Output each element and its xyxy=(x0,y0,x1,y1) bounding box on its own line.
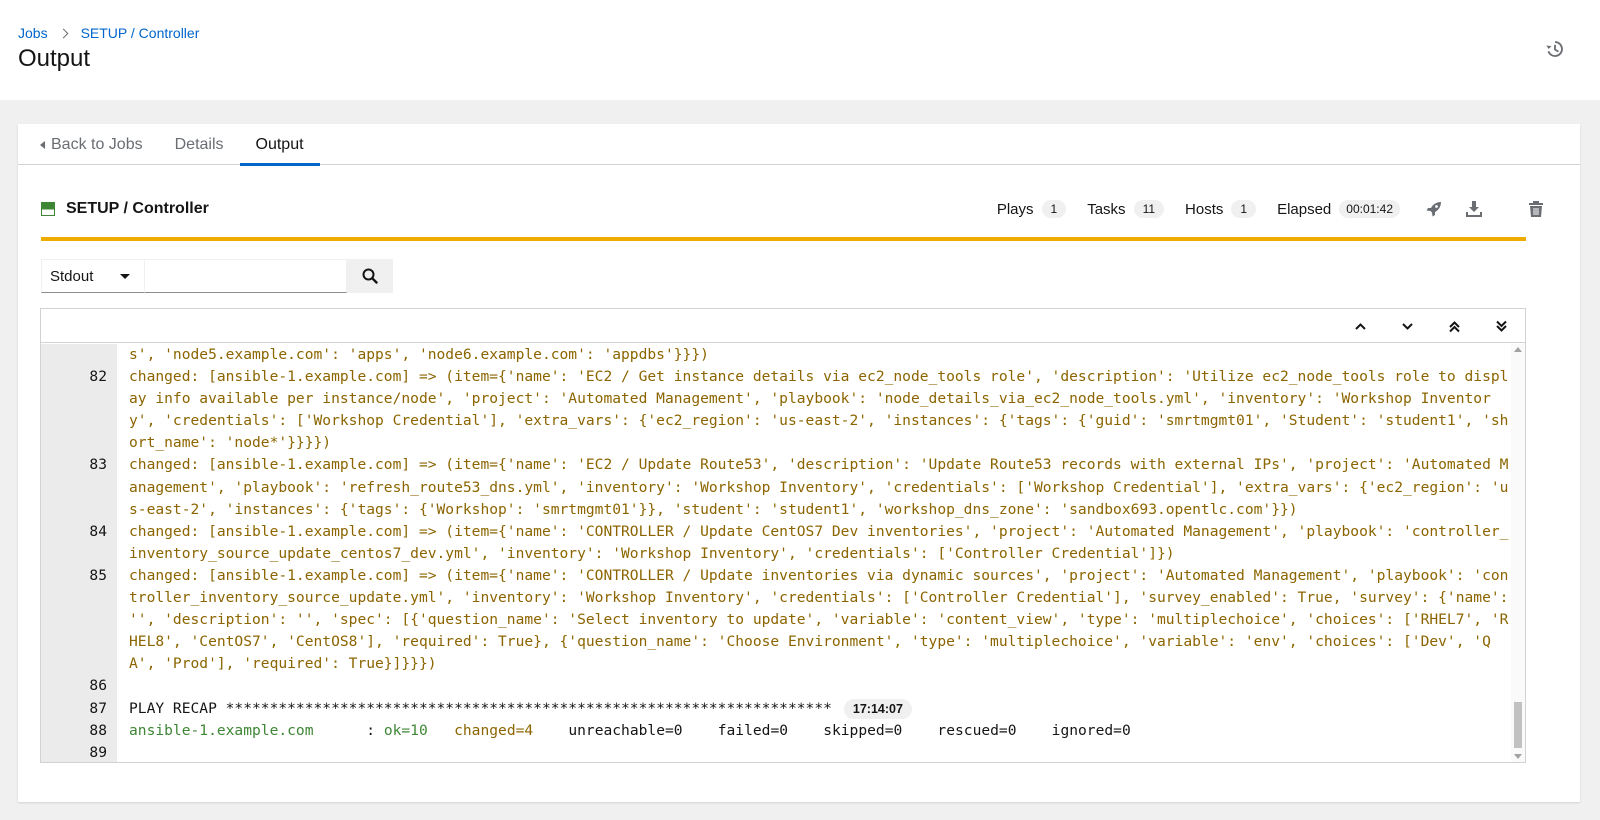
breadcrumb-jobs-link[interactable]: Jobs xyxy=(18,25,48,41)
elapsed-time-badge: 00:01:42 xyxy=(1339,200,1400,218)
angle-down-icon xyxy=(1402,322,1413,330)
log-line: 88 ansible-1.example.com : ok=10 changed… xyxy=(41,720,1511,742)
log-text: ansible-1.example.com : ok=10 changed=4 … xyxy=(117,720,1511,742)
log-line: 82 changed: [ansible-1.example.com] => (… xyxy=(41,366,1511,454)
search-button[interactable] xyxy=(347,259,393,293)
tab-output[interactable]: Output xyxy=(239,124,320,166)
job-stats: Plays 1 Tasks 11 Hosts 1 Elapsed 00:01:4… xyxy=(997,194,1556,224)
job-output-panel: s', 'node5.example.com': 'apps', 'node6.… xyxy=(40,308,1526,763)
timestamp-badge: 17:14:07 xyxy=(843,698,912,719)
scroll-first-button[interactable] xyxy=(1431,309,1478,343)
tasks-count-badge: 11 xyxy=(1133,200,1165,218)
log-line: 83 changed: [ansible-1.example.com] => (… xyxy=(41,454,1511,520)
job-header: SETUP / Controller Plays 1 Tasks 11 Host… xyxy=(41,194,1556,224)
angle-double-down-icon xyxy=(1496,320,1507,332)
log-scrollbar[interactable] xyxy=(1511,344,1525,762)
log-line: 89 xyxy=(41,742,1511,762)
breadcrumb: Jobs SETUP / Controller xyxy=(18,25,199,41)
log-text: changed: [ansible-1.example.com] => (ite… xyxy=(129,456,1509,518)
page-header: Jobs SETUP / Controller Output xyxy=(0,0,1600,100)
search-input[interactable] xyxy=(145,259,347,293)
line-number: 88 xyxy=(89,721,107,739)
search-icon xyxy=(362,268,378,284)
line-number: 87 xyxy=(89,699,107,717)
relaunch-button[interactable] xyxy=(1414,194,1454,224)
log-line: s', 'node5.example.com': 'apps', 'node6.… xyxy=(41,344,1511,366)
trash-icon xyxy=(1529,201,1543,217)
caret-left-icon xyxy=(40,140,45,149)
recap-skipped: skipped=0 xyxy=(823,721,903,739)
rocket-icon xyxy=(1426,202,1441,217)
log-line: 86 xyxy=(41,675,1511,697)
log-text: changed: [ansible-1.example.com] => (ite… xyxy=(129,522,1509,562)
line-number: 84 xyxy=(89,522,107,540)
log-text: s', 'node5.example.com': 'apps', 'node6.… xyxy=(129,346,709,363)
recap-changed: changed=4 xyxy=(454,721,534,739)
line-number: 85 xyxy=(89,566,107,584)
scrollbar-thumb[interactable] xyxy=(1514,702,1522,748)
recap-rescued: rescued=0 xyxy=(937,721,1017,739)
recap-ignored: ignored=0 xyxy=(1051,721,1131,739)
tasks-label: Tasks xyxy=(1087,200,1126,218)
log-line: 84 changed: [ansible-1.example.com] => (… xyxy=(41,521,1511,565)
line-number: 86 xyxy=(89,677,107,695)
tab-back-to-jobs[interactable]: Back to Jobs xyxy=(18,124,159,165)
log-line: 85 changed: [ansible-1.example.com] => (… xyxy=(41,565,1511,675)
scroll-next-button[interactable] xyxy=(1384,309,1431,343)
download-button[interactable] xyxy=(1454,194,1494,224)
search-row: Stdout xyxy=(41,259,393,293)
log-text: changed: [ansible-1.example.com] => (ite… xyxy=(129,368,1509,452)
caret-down-icon xyxy=(120,274,130,279)
play-recap-text: PLAY RECAP *****************************… xyxy=(129,699,832,717)
job-name: SETUP / Controller xyxy=(66,200,209,217)
log-output: s', 'node5.example.com': 'apps', 'node6.… xyxy=(41,344,1511,762)
job-progress-bar xyxy=(41,237,1526,241)
log-text: changed: [ansible-1.example.com] => (ite… xyxy=(129,566,1509,673)
line-number xyxy=(41,344,117,366)
recap-failed: failed=0 xyxy=(717,721,789,739)
elapsed-label: Elapsed xyxy=(1277,200,1332,218)
hosts-count-badge: 1 xyxy=(1231,200,1257,218)
angle-double-up-icon xyxy=(1449,320,1460,332)
recap-host: ansible-1.example.com xyxy=(129,721,314,739)
breadcrumb-job-link[interactable]: SETUP / Controller xyxy=(81,25,200,41)
scroll-last-button[interactable] xyxy=(1478,309,1525,343)
tab-bar: Back to Jobs Details Output xyxy=(18,124,1580,166)
tab-details[interactable]: Details xyxy=(159,124,240,165)
hosts-label: Hosts xyxy=(1185,200,1224,218)
scroll-down-arrow-icon[interactable] xyxy=(1514,754,1522,759)
plays-count-badge: 1 xyxy=(1041,200,1067,218)
search-type-select[interactable]: Stdout xyxy=(41,259,145,293)
plays-label: Plays xyxy=(996,200,1034,218)
running-status-icon xyxy=(41,202,55,216)
scroll-previous-button[interactable] xyxy=(1337,309,1384,343)
output-nav-buttons xyxy=(1337,309,1525,343)
page-title: Output xyxy=(18,45,91,72)
angle-up-icon xyxy=(1355,322,1366,330)
log-text: PLAY RECAP *****************************… xyxy=(117,698,1511,720)
log-line: 87 PLAY RECAP **************************… xyxy=(41,698,1511,720)
search-type-value: Stdout xyxy=(50,267,94,285)
chevron-right-icon xyxy=(58,28,69,38)
scroll-up-arrow-icon[interactable] xyxy=(1514,347,1522,352)
line-number: 89 xyxy=(89,743,107,761)
line-number: 83 xyxy=(89,456,107,474)
line-number: 82 xyxy=(89,368,107,386)
output-toolbar xyxy=(41,309,1525,343)
recap-unreachable: unreachable=0 xyxy=(568,721,683,739)
download-icon xyxy=(1466,201,1482,217)
recap-separator: : xyxy=(313,721,384,739)
history-icon[interactable] xyxy=(1545,39,1565,59)
delete-button[interactable] xyxy=(1516,194,1556,224)
recap-ok: ok=10 xyxy=(383,721,428,739)
job-output-card: Back to Jobs Details Output SETUP / Cont… xyxy=(18,124,1580,802)
